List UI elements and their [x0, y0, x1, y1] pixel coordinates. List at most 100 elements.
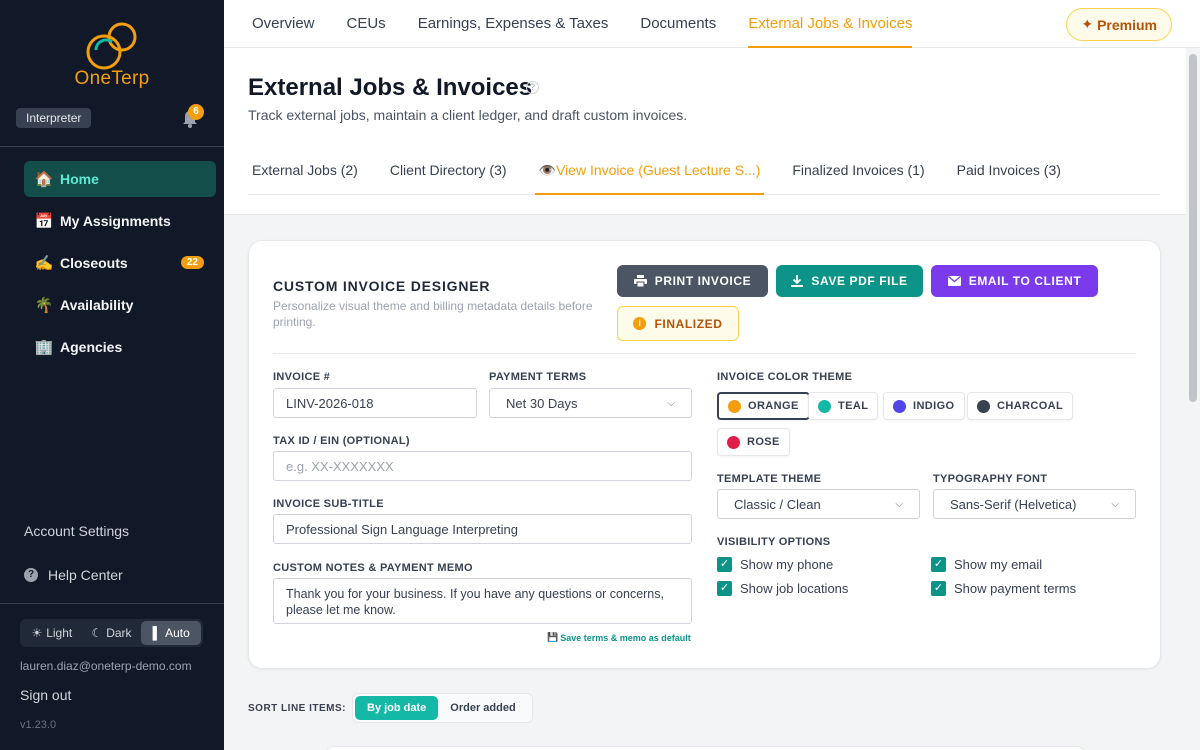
- show-job-locations-checkbox[interactable]: ✓ Show job locations: [717, 581, 848, 596]
- sidebar-divider: [0, 603, 224, 604]
- tax-id-input[interactable]: e.g. XX-XXXXXXX: [273, 451, 692, 481]
- color-chip-label: ORANGE: [748, 400, 799, 412]
- typography-font-select[interactable]: Sans-Serif (Helvetica) ⌵: [933, 489, 1136, 519]
- payment-terms-select[interactable]: Net 30 Days ⌵: [489, 388, 692, 418]
- sidebar-item-availability[interactable]: 🌴 Availability: [24, 287, 216, 323]
- color-chip-orange[interactable]: ORANGE: [717, 392, 810, 420]
- save-default-link[interactable]: 💾 Save terms & memo as default: [547, 632, 691, 643]
- notes-label: CUSTOM NOTES & PAYMENT MEMO: [273, 562, 473, 574]
- question-circle-icon: ?: [24, 568, 38, 582]
- color-chip-teal[interactable]: TEAL: [808, 392, 879, 420]
- sidebar-item-agencies[interactable]: 🏢 Agencies: [24, 329, 216, 365]
- tab-documents[interactable]: Documents: [640, 0, 716, 48]
- page-subtitle: Track external jobs, maintain a client l…: [248, 107, 688, 123]
- print-invoice-button[interactable]: PRINT INVOICE: [617, 265, 768, 297]
- template-theme-select[interactable]: Classic / Clean ⌵: [717, 489, 920, 519]
- tab-external-jobs-list[interactable]: External Jobs (2): [248, 148, 362, 195]
- notes-textarea[interactable]: Thank you for your business. If you have…: [273, 578, 692, 624]
- show-phone-checkbox[interactable]: ✓ Show my phone: [717, 557, 833, 572]
- tab-ceus[interactable]: CEUs: [347, 0, 386, 48]
- email-client-button[interactable]: EMAIL TO CLIENT: [931, 265, 1098, 297]
- tab-external-jobs[interactable]: External Jobs & Invoices: [748, 0, 913, 48]
- template-theme-label: TEMPLATE THEME: [717, 473, 822, 485]
- sort-line-items-label: SORT LINE ITEMS:: [248, 703, 346, 714]
- sort-toggle: By job date Order added: [352, 693, 533, 723]
- email-client-label: EMAIL TO CLIENT: [968, 274, 1082, 288]
- app-name: OneTerp: [74, 68, 150, 89]
- invoice-subtitle-input[interactable]: Professional Sign Language Interpreting: [273, 514, 692, 544]
- tax-id-label: TAX ID / EIN (OPTIONAL): [273, 435, 410, 447]
- template-theme-value: Classic / Clean: [734, 496, 821, 512]
- scrollbar-thumb[interactable]: [1189, 54, 1197, 402]
- invoice-designer-card: CUSTOM INVOICE DESIGNER Personalize visu…: [248, 240, 1161, 669]
- scrollbar[interactable]: [1186, 48, 1200, 750]
- office-building-icon: 🏢: [34, 339, 54, 356]
- teal-swatch-icon: [818, 399, 831, 413]
- finalized-label: FINALIZED: [654, 316, 723, 331]
- premium-label: Premium: [1097, 16, 1157, 33]
- theme-auto-button[interactable]: ▌ Auto: [141, 621, 202, 645]
- indigo-swatch-icon: [893, 399, 906, 413]
- page-title: External Jobs & Invoices: [248, 74, 533, 101]
- typography-font-label: TYPOGRAPHY FONT: [933, 473, 1048, 485]
- sidebar-item-label: Availability: [60, 297, 134, 313]
- sort-order-added-button[interactable]: Order added: [438, 696, 527, 720]
- sidebar-item-label: Closeouts: [60, 255, 128, 271]
- checkmark-icon: ✓: [717, 581, 732, 596]
- show-email-checkbox[interactable]: ✓ Show my email: [931, 557, 1042, 572]
- sign-out-link[interactable]: Sign out: [20, 687, 71, 703]
- sidebar-item-closeouts[interactable]: ✍️ Closeouts 22: [24, 245, 216, 281]
- color-chip-indigo[interactable]: INDIGO: [883, 392, 965, 420]
- theme-light-button[interactable]: ☀ Light: [22, 621, 82, 645]
- envelope-icon: [947, 276, 961, 286]
- invoice-number-label: INVOICE #: [273, 371, 331, 383]
- theme-dark-button[interactable]: ☾ Dark: [82, 621, 142, 645]
- checkbox-label: Show my email: [954, 557, 1043, 572]
- sidebar-item-my-assignments[interactable]: 📅 My Assignments: [24, 203, 216, 239]
- theme-toggle: ☀ Light ☾ Dark ▌ Auto: [20, 619, 203, 647]
- rose-swatch-icon: [727, 435, 740, 449]
- sort-by-job-date-button[interactable]: By job date: [355, 696, 439, 720]
- help-icon[interactable]: ?: [526, 81, 539, 94]
- checkmark-icon: ✓: [717, 557, 732, 572]
- color-chip-label: TEAL: [838, 400, 869, 412]
- color-theme-label: INVOICE COLOR THEME: [717, 371, 853, 383]
- tab-view-invoice[interactable]: 👁️View Invoice (Guest Lecture S...): [534, 148, 765, 195]
- printer-icon: [633, 275, 647, 287]
- eye-icon: 👁️: [538, 162, 556, 178]
- color-chip-rose[interactable]: ROSE: [717, 428, 790, 456]
- sidebar-item-home[interactable]: 🏠 Home: [24, 161, 216, 197]
- tab-finalized-invoices[interactable]: Finalized Invoices (1): [788, 148, 928, 195]
- help-center-link[interactable]: ? Help Center: [24, 567, 123, 583]
- sidebar: OneTerp Interpreter 6 🏠 Home 📅 My Assign…: [0, 0, 224, 750]
- designer-description: Personalize visual theme and billing met…: [273, 299, 593, 329]
- tab-view-invoice-label: View Invoice (Guest Lecture S...): [555, 162, 761, 178]
- color-chip-charcoal[interactable]: CHARCOAL: [967, 392, 1074, 420]
- invoice-number-input[interactable]: LINV-2026-018: [273, 388, 477, 418]
- sidebar-item-label: Home: [60, 171, 99, 187]
- theme-dark-label: Dark: [106, 626, 132, 640]
- sidebar-nav: 🏠 Home 📅 My Assignments ✍️ Closeouts 22 …: [24, 161, 216, 371]
- save-pdf-button[interactable]: SAVE PDF FILE: [776, 265, 923, 297]
- show-payment-terms-checkbox[interactable]: ✓ Show payment terms: [931, 581, 1076, 596]
- account-settings-link[interactable]: Account Settings: [24, 523, 129, 539]
- chevron-down-icon: ⌵: [895, 498, 903, 510]
- download-icon: [791, 275, 804, 287]
- tab-earnings[interactable]: Earnings, Expenses & Taxes: [418, 0, 609, 48]
- chevron-down-icon: ⌵: [1111, 498, 1119, 510]
- premium-button[interactable]: ✦ Premium: [1066, 8, 1172, 41]
- notification-count: 6: [188, 104, 204, 120]
- charcoal-swatch-icon: [977, 399, 990, 413]
- auto-icon: ▌: [152, 626, 162, 640]
- sub-tabs: External Jobs (2) Client Directory (3) 👁…: [248, 148, 1160, 195]
- save-pdf-label: SAVE PDF FILE: [811, 274, 908, 288]
- tab-paid-invoices[interactable]: Paid Invoices (3): [953, 148, 1065, 195]
- sparkle-icon: ✦: [1081, 16, 1094, 32]
- writing-hand-icon: ✍️: [34, 255, 54, 272]
- card-divider: [273, 353, 1136, 354]
- invoice-subtitle-label: INVOICE SUB-TITLE: [273, 498, 384, 510]
- house-icon: 🏠: [34, 171, 54, 188]
- color-chip-label: CHARCOAL: [997, 400, 1064, 412]
- tab-overview[interactable]: Overview: [252, 0, 315, 48]
- tab-client-directory[interactable]: Client Directory (3): [386, 148, 511, 195]
